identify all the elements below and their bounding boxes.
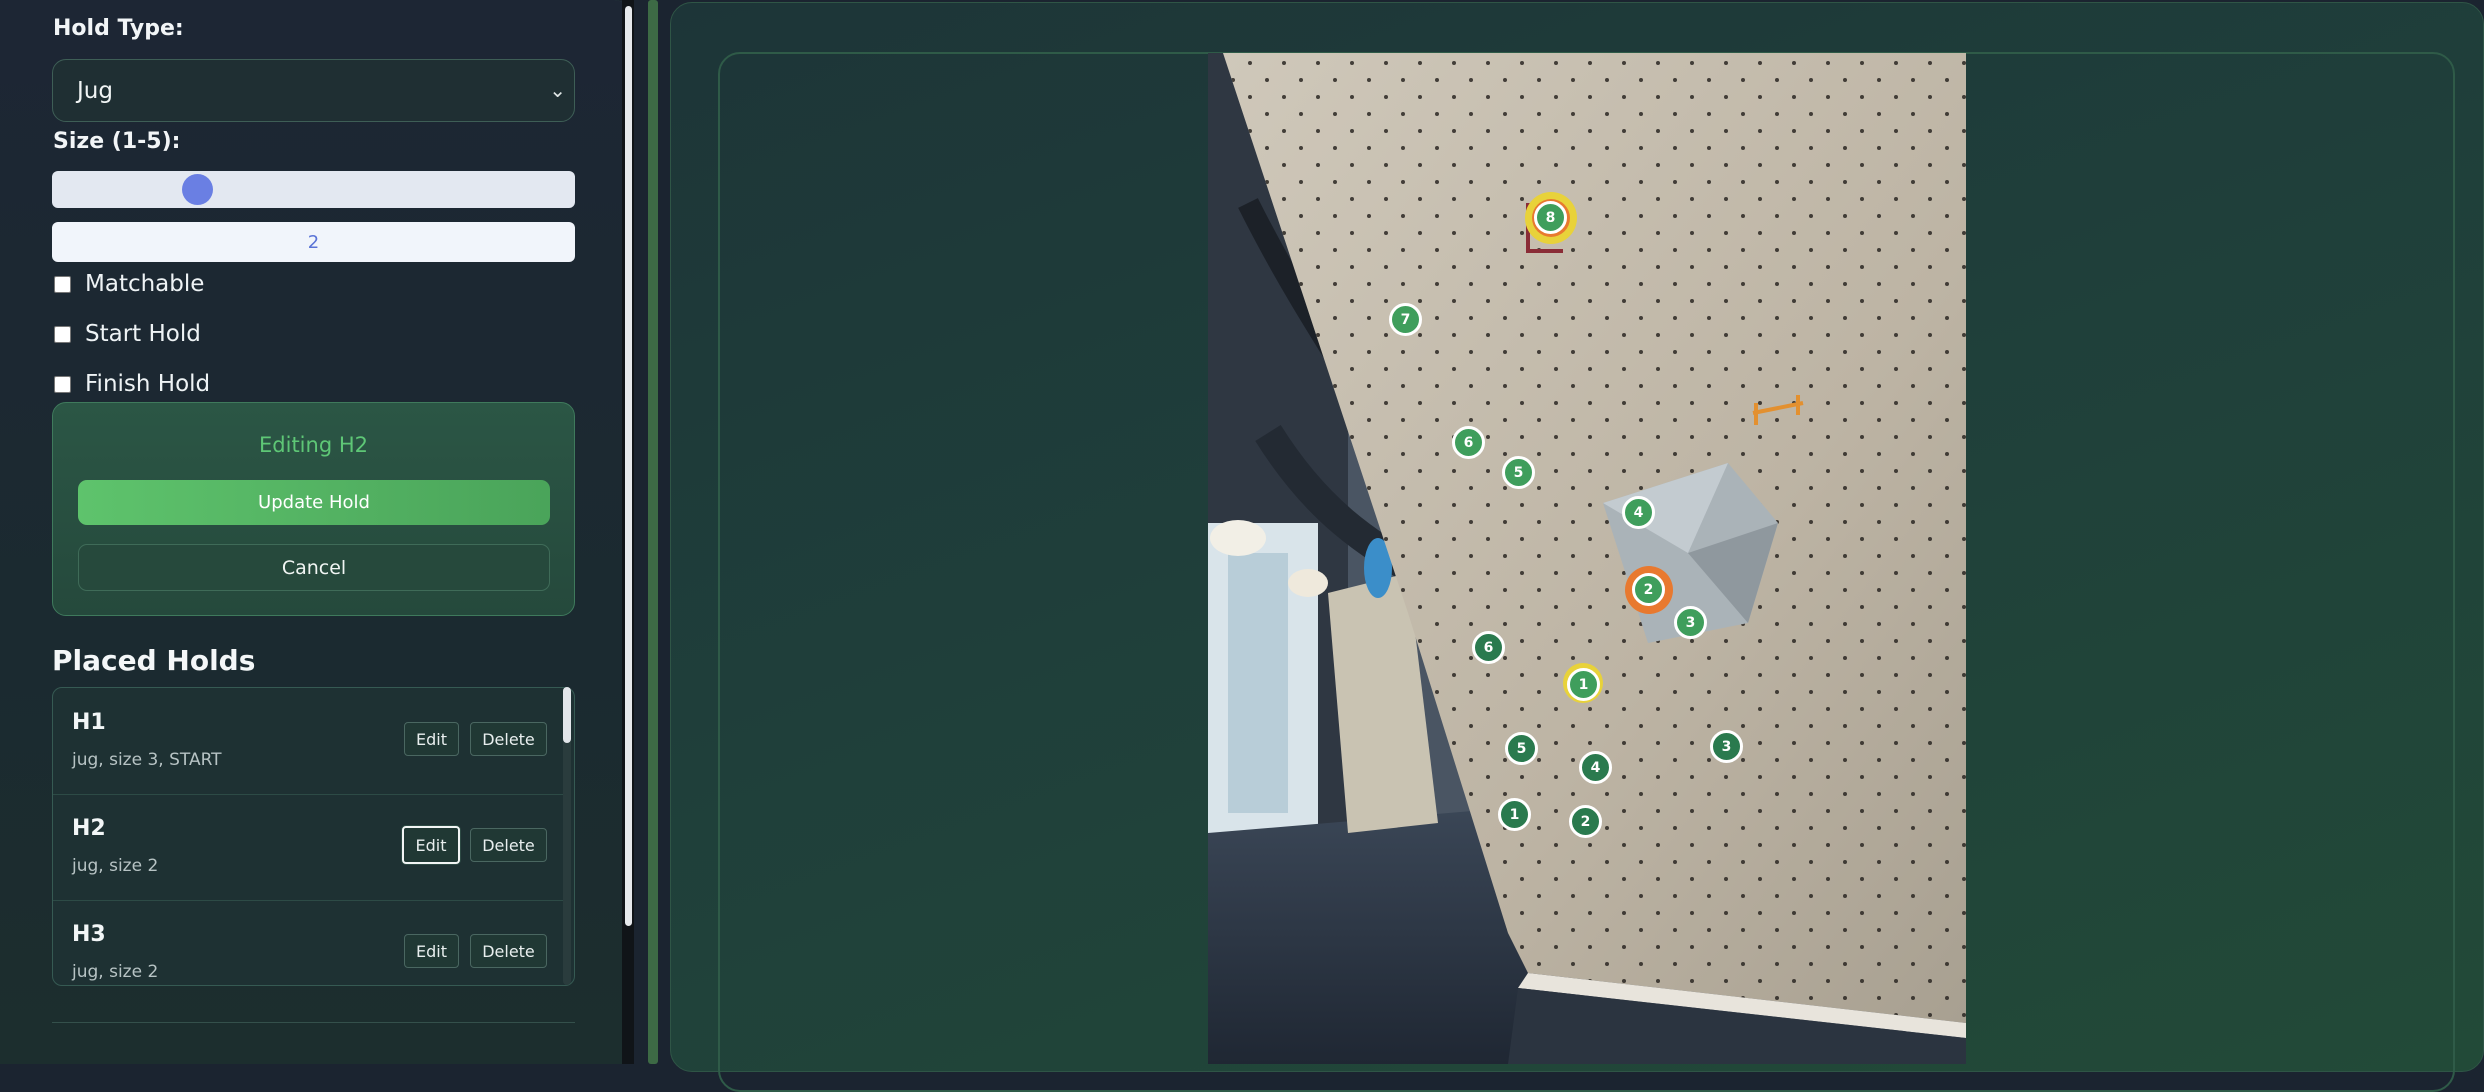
hold-type-select[interactable]: Jug ⌄ — [52, 59, 575, 122]
hold-desc: jug, size 3, START — [72, 750, 222, 770]
hold-type-value: Jug — [77, 77, 113, 104]
hold-desc: jug, size 2 — [72, 962, 159, 982]
list-item: H2 jug, size 2 Edit Delete — [53, 794, 565, 901]
placed-holds-list: H1 jug, size 3, START Edit Delete H2 jug… — [52, 687, 575, 986]
delete-button[interactable]: Delete — [470, 934, 547, 968]
hold-marker[interactable]: 1 — [1567, 668, 1600, 701]
hold-marker[interactable]: 5 — [1502, 456, 1535, 489]
hold-marker[interactable]: 4 — [1579, 751, 1612, 784]
start-hold-checkbox-row[interactable]: Start Hold — [54, 321, 201, 347]
list-scrollbar-thumb[interactable] — [563, 687, 571, 743]
hold-name: H1 — [72, 710, 106, 735]
sidebar: Hold Type: Jug ⌄ Size (1-5): 2 Matchable… — [0, 0, 632, 1064]
matchable-label: Matchable — [85, 271, 205, 297]
update-hold-button[interactable]: Update Hold — [78, 480, 550, 525]
hold-marker[interactable]: 3 — [1710, 730, 1743, 763]
finish-hold-label: Finish Hold — [85, 371, 211, 397]
size-slider[interactable] — [52, 171, 575, 208]
edit-hold-panel: Editing H2 Update Hold Cancel — [52, 402, 575, 616]
start-hold-checkbox[interactable] — [54, 325, 71, 343]
hold-name: H2 — [72, 816, 106, 841]
hold-type-label: Hold Type: — [53, 16, 184, 41]
delete-button[interactable]: Delete — [470, 828, 547, 862]
wall-image — [1208, 53, 1966, 1064]
hold-marker[interactable]: 3 — [1674, 606, 1707, 639]
resize-handle[interactable] — [648, 0, 658, 1064]
sidebar-scrollbar-thumb[interactable] — [625, 6, 632, 926]
hold-marker[interactable]: 5 — [1505, 732, 1538, 765]
size-number-value: 2 — [307, 231, 320, 253]
chevron-down-icon: ⌄ — [549, 78, 566, 102]
placed-holds-title: Placed Holds — [52, 644, 256, 677]
start-hold-label: Start Hold — [85, 321, 201, 347]
hold-name: H3 — [72, 922, 106, 947]
climbing-wall-photo[interactable]: 8 7 6 5 4 2 3 6 1 5 4 3 1 2 — [1208, 53, 1966, 1064]
cancel-button[interactable]: Cancel — [78, 544, 550, 591]
hold-desc: jug, size 2 — [72, 856, 159, 876]
matchable-checkbox-row[interactable]: Matchable — [54, 271, 204, 297]
hold-marker[interactable]: 4 — [1622, 496, 1655, 529]
finish-hold-checkbox-row[interactable]: Finish Hold — [54, 371, 210, 397]
hold-marker[interactable]: 6 — [1472, 631, 1505, 664]
hold-marker[interactable]: 7 — [1389, 303, 1422, 336]
hold-marker[interactable]: 6 — [1452, 426, 1485, 459]
list-item: H3 jug, size 2 Edit Delete — [53, 900, 565, 985]
finish-hold-checkbox[interactable] — [54, 375, 71, 393]
edit-button[interactable]: Edit — [404, 722, 459, 756]
list-item: H1 jug, size 3, START Edit Delete — [53, 688, 565, 795]
matchable-checkbox[interactable] — [54, 275, 71, 293]
size-slider-thumb[interactable] — [182, 174, 213, 205]
size-number-input[interactable]: 2 — [52, 222, 575, 262]
hold-marker[interactable]: 8 — [1534, 201, 1567, 234]
delete-button[interactable]: Delete — [470, 722, 547, 756]
hold-marker[interactable]: 2 — [1569, 805, 1602, 838]
hold-marker[interactable]: 2 — [1632, 573, 1665, 606]
divider — [52, 1022, 575, 1023]
editing-title: Editing H2 — [259, 433, 368, 457]
hold-marker[interactable]: 1 — [1498, 798, 1531, 831]
edit-button[interactable]: Edit — [402, 826, 460, 864]
size-label: Size (1-5): — [53, 129, 181, 154]
edit-button[interactable]: Edit — [404, 934, 459, 968]
